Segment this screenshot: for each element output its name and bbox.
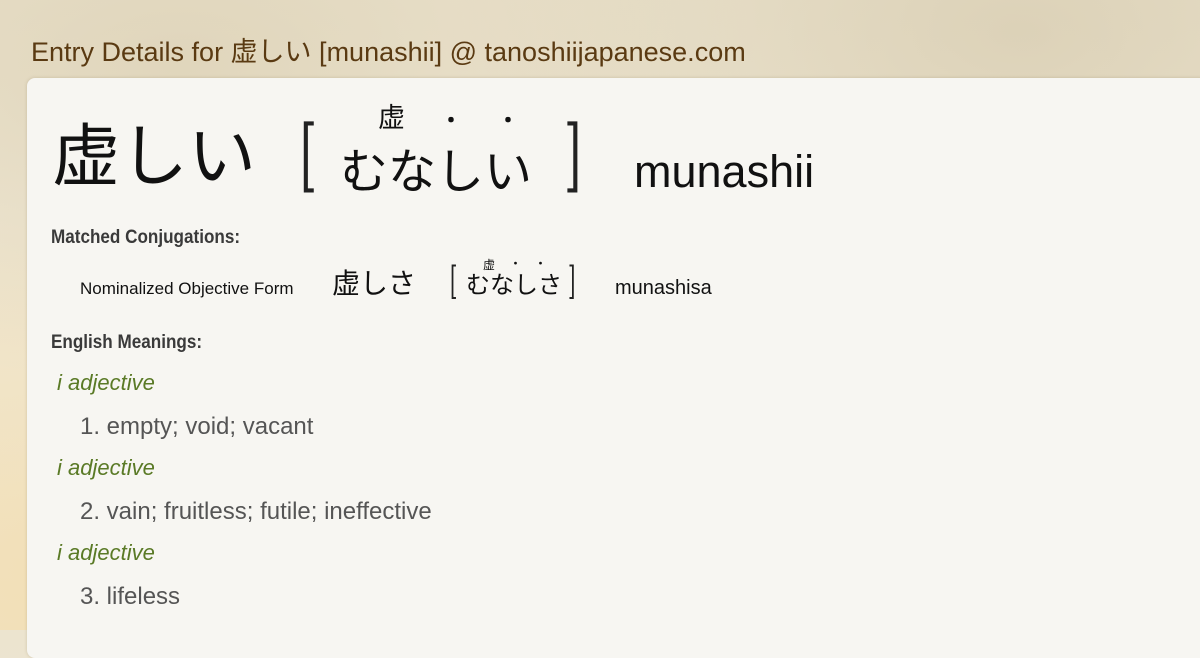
conjugation-open-bracket: [ bbox=[450, 259, 458, 303]
conjugation-close-bracket: ] bbox=[568, 259, 576, 303]
part-of-speech-label: i adjective bbox=[57, 455, 155, 480]
conjugation-furigana-kanji: 虚 bbox=[483, 258, 496, 272]
reading-close-bracket: ] bbox=[564, 108, 582, 201]
reading-open-bracket: [ bbox=[300, 108, 318, 201]
page-title: Entry Details for 虚しい [munashii] @ tanos… bbox=[31, 37, 746, 67]
part-of-speech-label: i adjective bbox=[57, 370, 155, 395]
conjugation-form-name: Nominalized Objective Form bbox=[80, 279, 294, 298]
furigana-kanji: 虚 bbox=[378, 103, 405, 134]
conjugations-heading: Matched Conjugations: bbox=[51, 227, 241, 248]
entry-reading: むなしい bbox=[340, 144, 533, 200]
conjugation-kanji: 虚しさ bbox=[332, 267, 417, 300]
furigana-dot: ・ bbox=[440, 108, 463, 134]
conjugation-furigana-dot: ・ bbox=[510, 257, 521, 270]
meaning-item: 3. lifeless bbox=[80, 583, 181, 610]
part-of-speech-label: i adjective bbox=[57, 540, 155, 565]
meaning-item: 2. vain; fruitless; futile; ineffective bbox=[80, 498, 432, 525]
conjugation-furigana-dot: ・ bbox=[535, 257, 546, 270]
furigana-dot: ・ bbox=[497, 108, 520, 134]
entry-romaji: munashii bbox=[634, 146, 815, 197]
meaning-item: 1. empty; void; vacant bbox=[80, 413, 314, 440]
meanings-heading: English Meanings: bbox=[51, 332, 203, 353]
entry-kanji: 虚しい bbox=[52, 118, 257, 197]
conjugation-romaji: munashisa bbox=[615, 277, 712, 299]
conjugation-reading: むなしさ bbox=[466, 271, 562, 299]
